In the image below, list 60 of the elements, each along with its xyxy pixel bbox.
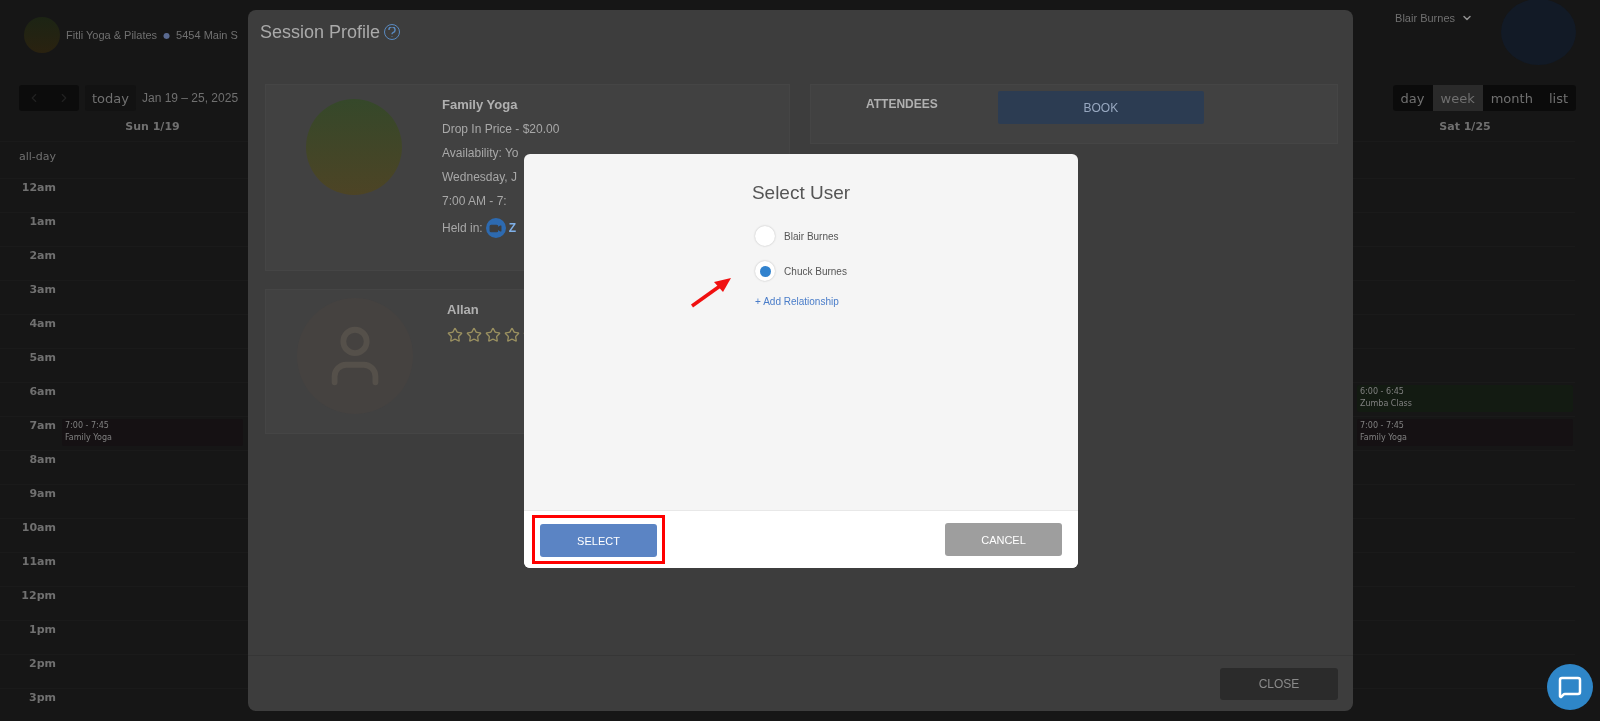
- time-label: 7am: [28, 418, 57, 432]
- studio-address: 5454 Main S: [176, 29, 238, 41]
- day-header: Sun 1/19: [124, 119, 181, 135]
- arrow-annotation: [690, 276, 732, 308]
- radio-button[interactable]: [755, 261, 776, 281]
- day-header: Sat 1/25: [1438, 119, 1492, 135]
- book-button[interactable]: BOOK: [997, 91, 1204, 124]
- close-button[interactable]: CLOSE: [1220, 667, 1338, 700]
- view-tab[interactable]: week: [1432, 85, 1483, 111]
- today-button[interactable]: today: [85, 85, 136, 111]
- date-range: Jan 19 – 25, 2025: [141, 91, 239, 105]
- attendees-label: ATTENDEES: [866, 97, 938, 111]
- user-option[interactable]: Chuck Burnes: [755, 261, 847, 281]
- calendar-event[interactable]: 6:00 - 6:45 Zumba Class: [1357, 385, 1573, 412]
- held-in-value: Z: [508, 221, 517, 235]
- time-label: 4am: [28, 316, 57, 330]
- radio-button[interactable]: [755, 226, 776, 246]
- time-label: 12pm: [20, 588, 57, 602]
- time-label: 9am: [28, 486, 57, 500]
- add-relationship-link[interactable]: + Add Relationship: [755, 296, 839, 307]
- chat-button[interactable]: [1547, 664, 1593, 710]
- view-tab[interactable]: day: [1392, 85, 1433, 111]
- time-label: 6am: [28, 384, 57, 398]
- all-day-label: all-day: [17, 149, 57, 163]
- time-label: 11am: [20, 554, 57, 568]
- time-label: 8am: [28, 452, 57, 466]
- time-label: 1pm: [28, 622, 57, 636]
- studio-name: Fitli Yoga & Pilates: [66, 29, 158, 41]
- cancel-button[interactable]: CANCEL: [945, 523, 1062, 556]
- view-tab[interactable]: list: [1540, 85, 1576, 111]
- time-label: 10am: [20, 520, 57, 534]
- star-icon: [447, 327, 463, 343]
- class-name: Family Yoga: [442, 97, 519, 112]
- time-label: 2pm: [28, 656, 57, 670]
- calendar-event[interactable]: 7:00 - 7:45 Family Yoga: [1357, 419, 1573, 446]
- video-camera-icon: [485, 218, 506, 238]
- user-menu[interactable]: Blair Burnes: [1395, 12, 1473, 24]
- user-option[interactable]: Blair Burnes: [755, 226, 839, 246]
- time-label: 3am: [28, 282, 57, 296]
- select-button[interactable]: SELECT: [540, 524, 657, 557]
- class-detail: Wednesday, J: [442, 170, 518, 184]
- time-label: 12am: [20, 180, 57, 194]
- separator-dot: ●: [163, 30, 171, 40]
- modal-title: Session Profile: [260, 21, 381, 43]
- class-detail: Drop In Price - $20.00: [442, 122, 560, 136]
- class-detail: Availability: Yo: [442, 146, 520, 160]
- held-in-label: Held in:: [442, 221, 483, 235]
- time-label: 3pm: [28, 690, 57, 704]
- calendar-event[interactable]: 7:00 - 7:45 Family Yoga: [62, 419, 243, 446]
- star-icon: [485, 327, 501, 343]
- time-label: 2am: [28, 248, 57, 262]
- view-tab[interactable]: month: [1482, 85, 1541, 111]
- star-icon: [504, 327, 520, 343]
- chat-icon: [1558, 675, 1582, 699]
- dialog-title: Select User: [751, 182, 851, 204]
- time-label: 5am: [28, 350, 57, 364]
- instructor-name: Allan: [447, 302, 480, 317]
- star-icon: [466, 327, 482, 343]
- class-detail: 7:00 AM - 7:: [442, 194, 508, 208]
- time-label: 1am: [28, 214, 57, 228]
